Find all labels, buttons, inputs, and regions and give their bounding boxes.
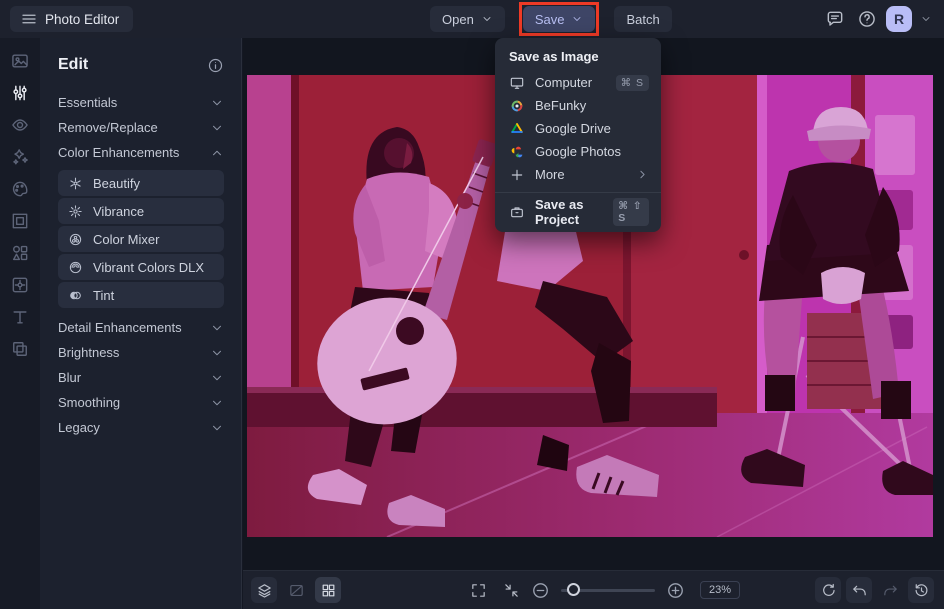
save-menu-title: Save as Image <box>509 49 599 64</box>
chevron-down-icon <box>483 17 491 21</box>
touch-up-icon[interactable] <box>10 115 30 135</box>
canvas-toolbar: 23% <box>243 570 944 609</box>
chevron-down-icon <box>574 17 581 21</box>
menu-item-save-as-project[interactable]: Save as Project ⌘ ⇧ S <box>495 197 661 227</box>
tool-vibrance[interactable]: Vibrance <box>58 198 224 224</box>
textures-icon[interactable] <box>10 275 30 295</box>
chevron-down-icon <box>213 100 221 105</box>
fit-to-screen-button[interactable] <box>498 577 524 603</box>
main-menu-button[interactable]: Photo Editor <box>10 6 134 32</box>
befunky-icon <box>511 100 523 111</box>
menu-item-befunky[interactable]: BeFunky <box>495 94 661 117</box>
tool-beautify[interactable]: Beautify <box>58 170 224 196</box>
effects-icon[interactable] <box>10 147 30 167</box>
color-enhancements-list: Beautify Vibrance Color Mixer Vibrant Co… <box>58 170 224 308</box>
briefcase-icon <box>511 207 523 218</box>
history-button[interactable] <box>908 577 934 603</box>
avatar[interactable]: R <box>886 6 912 32</box>
tool-vibrant-colors-dlx[interactable]: Vibrant Colors DLX <box>58 254 224 280</box>
section-blur[interactable]: Blur <box>58 365 224 390</box>
frames-icon[interactable] <box>10 211 30 231</box>
zoom-slider-knob[interactable] <box>567 583 580 596</box>
reset-button[interactable] <box>815 577 841 603</box>
info-icon[interactable] <box>207 57 224 74</box>
section-smoothing[interactable]: Smoothing <box>58 390 224 415</box>
chevron-down-icon <box>213 125 221 130</box>
color-mixer-icon <box>69 233 82 245</box>
section-legacy[interactable]: Legacy <box>58 415 224 440</box>
chevron-right-icon <box>640 170 645 179</box>
chevron-up-icon <box>213 150 221 155</box>
tool-color-mixer[interactable]: Color Mixer <box>58 226 224 252</box>
photo-manager-icon[interactable] <box>10 51 30 71</box>
panel-title: Edit <box>58 56 89 73</box>
plus-icon <box>511 169 523 180</box>
graphics-shapes-icon[interactable] <box>10 243 30 263</box>
account-area: R <box>822 6 932 32</box>
section-essentials[interactable]: Essentials <box>58 90 224 115</box>
zoom-level-value: 23% <box>700 581 741 599</box>
chevron-down-icon <box>213 325 221 330</box>
text-tool-icon[interactable] <box>10 307 30 327</box>
edit-tools-icon[interactable] <box>10 83 30 103</box>
tint-icon <box>70 291 81 299</box>
save-button[interactable]: Save <box>522 6 596 32</box>
feedback-chat-icon[interactable] <box>822 6 848 32</box>
tool-tint[interactable]: Tint <box>58 282 224 308</box>
vibrance-icon <box>69 204 82 218</box>
chevron-down-icon <box>213 400 221 405</box>
layers-overlay-icon[interactable] <box>10 339 30 359</box>
hamburger-icon <box>20 10 38 28</box>
zoom-slider[interactable] <box>561 583 655 597</box>
vibrant-colors-dlx-icon <box>69 261 82 273</box>
zoom-in-button[interactable] <box>666 581 685 600</box>
help-icon[interactable] <box>854 6 880 32</box>
chevron-down-icon <box>213 350 221 355</box>
google-photos-icon <box>511 146 523 157</box>
menu-divider <box>495 192 661 193</box>
computer-icon <box>510 77 524 89</box>
section-color-enhancements[interactable]: Color Enhancements <box>58 140 224 165</box>
shortcut-badge: ⌘ S <box>615 74 649 91</box>
account-chevron-down-icon[interactable] <box>920 13 932 25</box>
section-detail-enhancements[interactable]: Detail Enhancements <box>58 315 224 340</box>
file-actions: Open Save Batch <box>430 2 672 36</box>
beautify-icon <box>70 177 81 189</box>
top-bar: Photo Editor Open Save Batch R <box>0 0 944 38</box>
layers-button[interactable] <box>251 577 277 603</box>
section-remove-replace[interactable]: Remove/Replace <box>58 115 224 140</box>
fullscreen-button[interactable] <box>465 577 491 603</box>
undo-button[interactable] <box>846 577 872 603</box>
edit-panel: Edit Essentials Remove/Replace Color Enh… <box>40 38 242 609</box>
batch-button[interactable]: Batch <box>614 6 672 32</box>
zoom-out-button[interactable] <box>531 581 550 600</box>
image-manager-button[interactable] <box>315 577 341 603</box>
menu-item-more[interactable]: More <box>495 163 661 186</box>
redo-button[interactable] <box>877 577 903 603</box>
before-after-compare-button[interactable] <box>283 577 309 603</box>
menu-item-google-photos[interactable]: Google Photos <box>495 140 661 163</box>
shortcut-badge: ⌘ ⇧ S <box>613 198 649 226</box>
tool-rail <box>0 38 40 609</box>
save-dropdown-menu: Save as Image Computer ⌘ S BeFunky Googl… <box>495 38 661 232</box>
menu-item-google-drive[interactable]: Google Drive <box>495 117 661 140</box>
chevron-down-icon <box>213 375 221 380</box>
open-button[interactable]: Open <box>430 6 505 32</box>
google-drive-icon <box>511 122 523 133</box>
section-brightness[interactable]: Brightness <box>58 340 224 365</box>
chevron-down-icon <box>213 425 221 430</box>
app-title: Photo Editor <box>45 11 120 27</box>
artsy-palette-icon[interactable] <box>10 179 30 199</box>
menu-item-computer[interactable]: Computer ⌘ S <box>495 71 661 94</box>
